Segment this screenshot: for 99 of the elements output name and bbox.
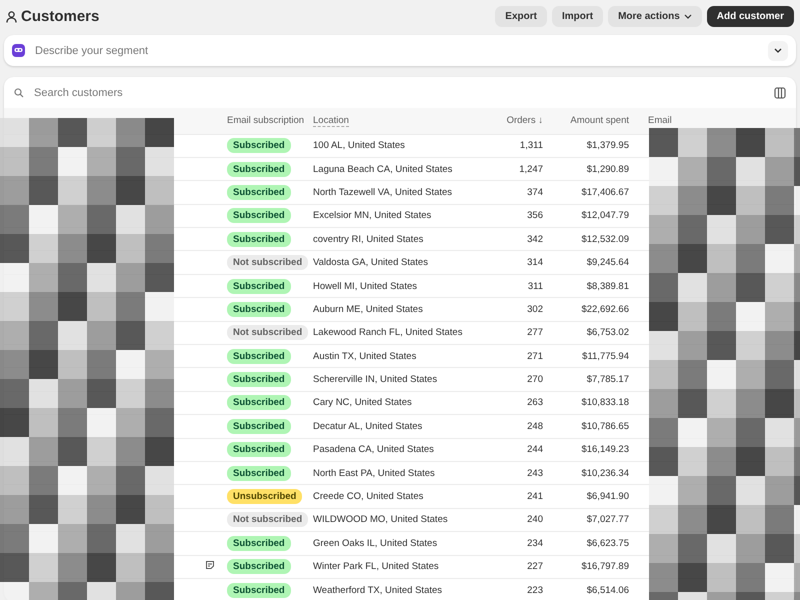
subscription-badge: Subscribed xyxy=(227,162,291,177)
orders-cell: 1,247 xyxy=(497,157,549,181)
columns-icon[interactable] xyxy=(774,86,786,98)
subscription-badge: Subscribed xyxy=(227,582,291,598)
amount-cell: $8,389.81 xyxy=(549,274,635,298)
amount-cell: $6,753.02 xyxy=(549,321,635,345)
amount-cell: $17,406.67 xyxy=(549,180,635,204)
orders-cell: 227 xyxy=(497,555,549,578)
orders-cell: 234 xyxy=(497,532,549,556)
subscription-badge: Subscribed xyxy=(227,208,291,224)
action-button[interactable]: Export xyxy=(495,6,547,27)
action-button[interactable]: Add customer xyxy=(706,6,794,27)
column-header[interactable]: Orders ↓ xyxy=(497,108,549,134)
expand-button[interactable] xyxy=(768,40,788,60)
location-cell: Laguna Beach CA, United States xyxy=(307,157,497,181)
orders-cell: 302 xyxy=(497,298,549,322)
person-icon xyxy=(6,10,17,22)
location-cell: Green Oaks IL, United States xyxy=(307,532,497,556)
location-cell: Valdosta GA, United States xyxy=(307,250,497,274)
orders-cell: 314 xyxy=(497,250,549,274)
location-cell: 100 AL, United States xyxy=(307,134,497,158)
location-cell: North East PA, United States xyxy=(307,461,497,485)
assistant-logo-icon xyxy=(12,44,25,57)
orders-cell: 270 xyxy=(497,368,549,392)
amount-cell: $9,245.64 xyxy=(549,250,635,274)
amount-cell: $10,786.65 xyxy=(549,414,635,438)
location-cell: Pasadena CA, United States xyxy=(307,438,497,462)
location-cell: Schererville IN, United States xyxy=(307,368,497,392)
location-cell: Cary NC, United States xyxy=(307,391,497,415)
subscription-badge: Subscribed xyxy=(227,395,291,410)
location-cell: Decatur AL, United States xyxy=(307,414,497,438)
search-field[interactable]: Search customers xyxy=(32,86,766,100)
chevron-down-icon xyxy=(684,14,692,19)
amount-cell: $12,047.79 xyxy=(549,204,635,228)
subscription-badge: Subscribed xyxy=(227,278,291,294)
orders-cell: 248 xyxy=(497,414,549,438)
amount-cell: $12,532.09 xyxy=(549,228,635,251)
subscription-badge: Not subscribed xyxy=(227,255,308,270)
subscription-badge: Not subscribed xyxy=(227,512,308,528)
location-cell: Winter Park FL, United States xyxy=(307,555,497,578)
orders-cell: 356 xyxy=(497,204,549,228)
orders-cell: 342 xyxy=(497,228,549,251)
subscription-badge: Subscribed xyxy=(227,348,291,364)
subscription-badge: Subscribed xyxy=(227,536,291,551)
subscription-badge: Not subscribed xyxy=(227,325,308,340)
amount-cell: $1,379.95 xyxy=(549,134,635,158)
subscription-badge: Unsubscribed xyxy=(227,489,302,504)
location-cell: Auburn ME, United States xyxy=(307,298,497,322)
location-cell: Creede CO, United States xyxy=(307,484,497,508)
segment-field[interactable]: Describe your segment xyxy=(4,35,796,66)
subscription-badge: Subscribed xyxy=(227,466,291,481)
location-cell: Excelsior MN, United States xyxy=(307,204,497,228)
subscription-badge: Subscribed xyxy=(227,372,291,388)
amount-cell: $6,941.90 xyxy=(549,484,635,508)
amount-cell: $6,514.06 xyxy=(549,578,635,600)
subscription-badge: Subscribed xyxy=(227,138,291,154)
amount-cell: $7,785.17 xyxy=(549,368,635,392)
segment-input[interactable]: Describe your segment xyxy=(33,44,760,58)
orders-cell: 240 xyxy=(497,508,549,532)
amount-cell: $1,290.89 xyxy=(549,157,635,181)
column-header[interactable]: Amount spent xyxy=(549,108,635,134)
amount-cell: $10,833.18 xyxy=(549,391,635,415)
amount-cell: $11,775.94 xyxy=(549,344,635,368)
orders-cell: 271 xyxy=(497,344,549,368)
location-cell: Weatherford TX, United States xyxy=(307,578,497,600)
action-button[interactable]: More actions xyxy=(608,6,702,27)
location-cell: Austin TX, United States xyxy=(307,344,497,368)
amount-cell: $6,623.75 xyxy=(549,532,635,556)
orders-cell: 277 xyxy=(497,321,549,345)
orders-cell: 241 xyxy=(497,484,549,508)
orders-cell: 244 xyxy=(497,438,549,462)
amount-cell: $7,027.77 xyxy=(549,508,635,532)
orders-cell: 263 xyxy=(497,391,549,415)
subscription-badge: Subscribed xyxy=(227,442,291,458)
location-cell: WILDWOOD MO, United States xyxy=(307,508,497,532)
location-cell: Howell MI, United States xyxy=(307,274,497,298)
subscription-badge: Subscribed xyxy=(227,418,291,434)
orders-cell: 243 xyxy=(497,461,549,485)
orders-cell: 223 xyxy=(497,578,549,600)
amount-cell: $16,797.89 xyxy=(549,555,635,578)
action-button[interactable]: Import xyxy=(552,6,604,27)
location-cell: North Tazewell VA, United States xyxy=(307,180,497,204)
amount-cell: $16,149.23 xyxy=(549,438,635,462)
subscription-badge: Subscribed xyxy=(227,232,291,247)
subscription-badge: Subscribed xyxy=(227,559,291,574)
page-title: Customers xyxy=(21,8,100,25)
amount-cell: $22,692.66 xyxy=(549,298,635,322)
amount-cell: $10,236.34 xyxy=(549,461,635,485)
search-icon xyxy=(14,88,24,98)
subscription-badge: Subscribed xyxy=(227,302,291,317)
column-header[interactable]: Email subscription xyxy=(221,108,307,134)
orders-cell: 311 xyxy=(497,274,549,298)
orders-cell: 1,311 xyxy=(497,134,549,158)
location-cell: Lakewood Ranch FL, United States xyxy=(307,321,497,345)
subscription-badge: Subscribed xyxy=(227,184,291,200)
chevron-down-icon xyxy=(774,48,782,53)
location-cell: coventry RI, United States xyxy=(307,228,497,251)
column-header[interactable]: Location xyxy=(307,108,497,134)
orders-cell: 374 xyxy=(497,180,549,204)
